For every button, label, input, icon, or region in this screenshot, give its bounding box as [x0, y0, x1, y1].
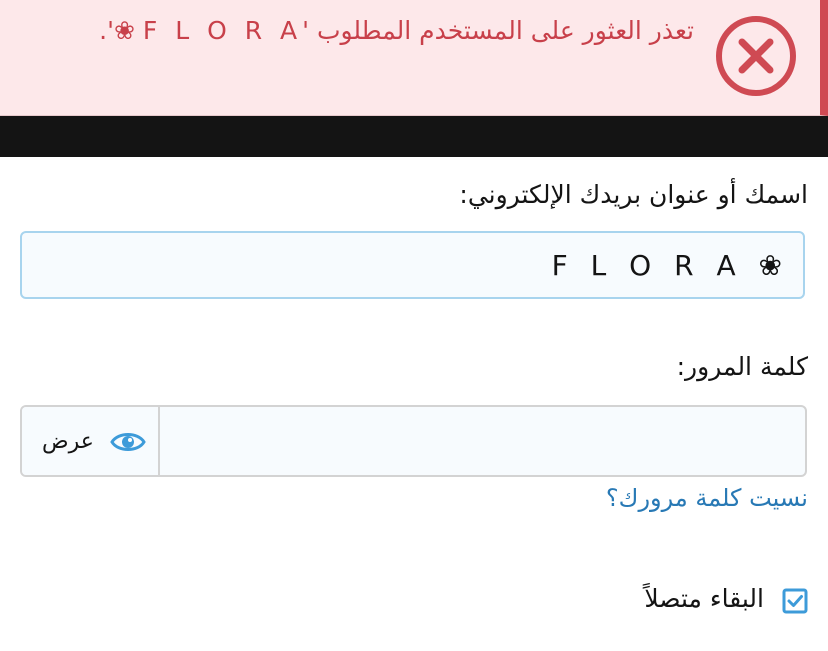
- remember-me-label: البقاء متصلاً: [644, 584, 764, 613]
- show-password-label: عرض: [42, 429, 94, 454]
- username-input[interactable]: [22, 233, 803, 297]
- remember-me-checkbox[interactable]: [782, 588, 808, 614]
- error-banner: تعذر العثور على المستخدم المطلوب '❀ F L …: [0, 0, 828, 116]
- show-password-button[interactable]: عرض: [22, 407, 160, 475]
- error-message-suffix: '.: [99, 16, 114, 45]
- error-message: تعذر العثور على المستخدم المطلوب '❀ F L …: [99, 16, 694, 45]
- eye-icon: [110, 433, 146, 451]
- password-field-group: عرض: [20, 405, 807, 477]
- close-circle-icon: [716, 16, 796, 96]
- username-label: اسمك أو عنوان بريدك الإلكتروني:: [459, 180, 808, 209]
- username-field-wrapper: [20, 231, 805, 299]
- error-username: ❀ F L O R A: [114, 16, 303, 45]
- password-label: كلمة المرور:: [676, 352, 808, 381]
- error-message-prefix: تعذر العثور على المستخدم المطلوب ': [302, 16, 694, 45]
- password-input[interactable]: [160, 407, 805, 475]
- forgot-password-link[interactable]: نسيت كلمة مرورك؟: [606, 484, 808, 512]
- header-bar: [0, 116, 828, 157]
